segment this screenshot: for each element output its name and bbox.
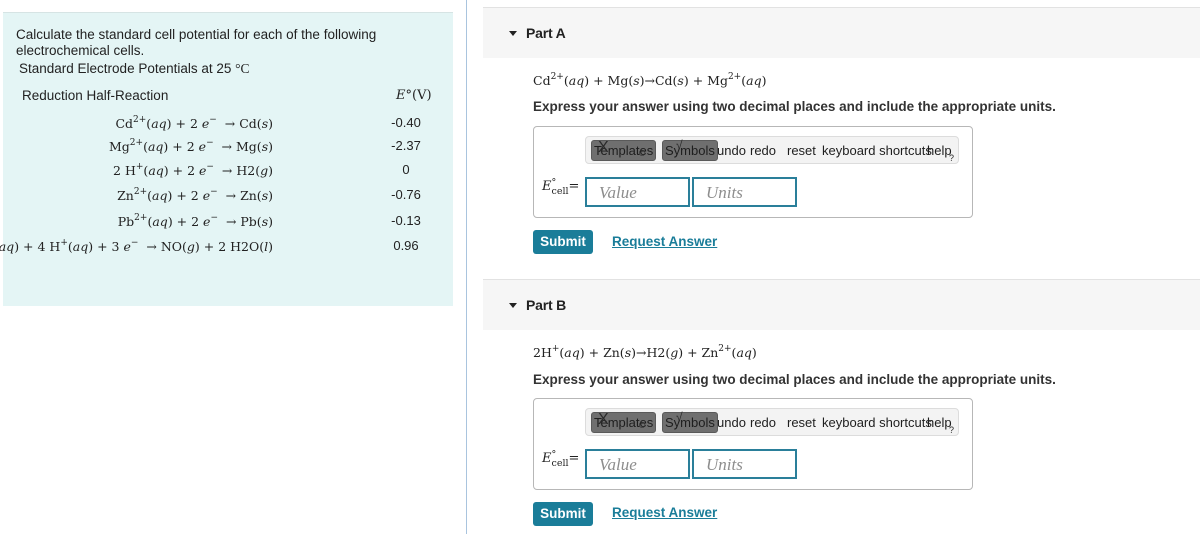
potential-value: -2.37 (391, 138, 421, 153)
part-a-equation: Cd2+(aq) + Mg(s)→Cd(s) + Mg2+(aq) (533, 72, 767, 88)
table-row: Zn2+(aq) + 2 e− → Zn(s) -0.76 (3, 187, 453, 207)
part-b-header[interactable]: Part B (483, 279, 1200, 330)
redo-button[interactable]: redo (750, 413, 776, 432)
part-a-request-answer-link[interactable]: Request Answer (612, 234, 717, 249)
symbols-button[interactable]: Symbols (662, 140, 718, 161)
table-title-text: Standard Electrode Potentials at 25 (19, 61, 232, 76)
reset-button[interactable]: reset (787, 141, 816, 160)
ecell-subscript: cell (551, 458, 569, 469)
value-input[interactable] (585, 177, 690, 207)
potential-value: 0 (402, 162, 410, 177)
part-b-instruction: Express your answer using two decimal pl… (533, 372, 1056, 387)
problem-statement-panel: Calculate the standard cell potential fo… (0, 12, 453, 306)
problem-intro: Calculate the standard cell potential fo… (16, 27, 377, 58)
potential-value: -0.40 (391, 115, 421, 130)
undo-button[interactable]: undo (717, 141, 746, 160)
half-reaction: 2 H+(aq) + 2 e− → H2(g) (113, 162, 273, 178)
part-b-equation: 2H+(aq) + Zn(s)→H2(g) + Zn2+(aq) (533, 344, 757, 360)
table-row: Mg2+(aq) + 2 e− → Mg(s) -2.37 (3, 138, 453, 158)
math-toolbar: Templates X ○ Symbols √ undo redo reset … (585, 136, 959, 164)
table-row: NO3−(aq) + 4 H+(aq) + 3 e− → NO(g) + 2 H… (0, 238, 453, 258)
units-input[interactable] (692, 449, 797, 479)
templates-button[interactable]: Templates (591, 140, 657, 161)
column-header-reaction: Reduction Half-Reaction (22, 88, 169, 103)
reset-button[interactable]: reset (787, 413, 816, 432)
part-b-request-answer-link[interactable]: Request Answer (612, 505, 717, 520)
panel-divider[interactable] (466, 0, 467, 534)
half-reaction: NO3−(aq) + 4 H+(aq) + 3 e− → NO(g) + 2 H… (0, 238, 273, 254)
ecell-label: E° cell= (542, 177, 580, 197)
half-reaction: Cd2+(aq) + 2 e− → Cd(s) (115, 115, 273, 131)
table-title: Standard Electrode Potentials at 25 °C (19, 61, 250, 77)
table-row: 2 H+(aq) + 2 e− → H2(g) 0 (3, 162, 453, 182)
half-reaction: Pb2+(aq) + 2 e− → Pb(s) (117, 213, 273, 229)
units-input[interactable] (692, 177, 797, 207)
potential-value: -0.76 (391, 187, 421, 202)
table-title-unit: °C (235, 61, 250, 76)
part-b-label: Part B (526, 297, 567, 313)
potential-symbol: E (396, 88, 406, 103)
part-b-answer-box: Templates X ○ Symbols √ undo redo reset … (533, 398, 973, 490)
keyboard-shortcuts-button[interactable]: keyboard shortcuts (822, 413, 932, 432)
part-b-submit-button[interactable]: Submit (533, 502, 593, 526)
keyboard-shortcuts-button[interactable]: keyboard shortcuts (822, 141, 932, 160)
part-a-instruction: Express your answer using two decimal pl… (533, 99, 1056, 114)
undo-button[interactable]: undo (717, 413, 746, 432)
part-a-answer-box: Templates X ○ Symbols √ undo redo reset … (533, 126, 973, 218)
part-a-label: Part A (526, 25, 566, 41)
collapse-caret-icon[interactable] (509, 303, 517, 308)
collapse-caret-icon[interactable] (509, 31, 517, 36)
half-reaction: Mg2+(aq) + 2 e− → Mg(s) (108, 138, 273, 154)
part-a-header[interactable]: Part A (483, 7, 1200, 58)
redo-button[interactable]: redo (750, 141, 776, 160)
help-button[interactable]: help (927, 141, 952, 160)
table-row: Pb2+(aq) + 2 e− → Pb(s) -0.13 (3, 213, 453, 233)
column-header-potential: E°(V) (396, 88, 432, 103)
potential-unit: °(V) (405, 88, 432, 103)
table-row: Cd2+(aq) + 2 e− → Cd(s) -0.40 (3, 115, 453, 135)
templates-button[interactable]: Templates (591, 412, 657, 433)
ecell-label: E° cell= (542, 449, 580, 469)
symbols-button[interactable]: Symbols (662, 412, 718, 433)
part-a-submit-button[interactable]: Submit (533, 230, 593, 254)
potential-value: 0.96 (393, 238, 419, 253)
help-button[interactable]: help (927, 413, 952, 432)
ecell-subscript: cell (551, 186, 569, 197)
half-reaction: Zn2+(aq) + 2 e− → Zn(s) (117, 187, 273, 203)
math-toolbar: Templates X ○ Symbols √ undo redo reset … (585, 408, 959, 436)
potential-value: -0.13 (391, 213, 421, 228)
value-input[interactable] (585, 449, 690, 479)
